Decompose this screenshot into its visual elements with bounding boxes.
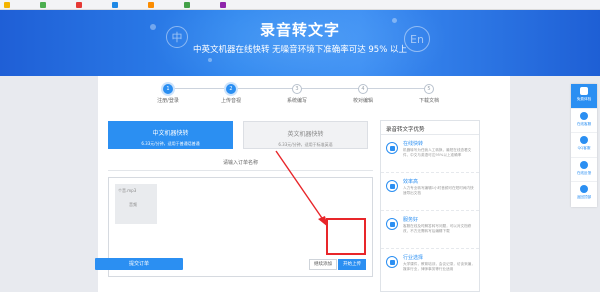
bookmark-icon[interactable] [40,2,46,8]
chat-icon [580,111,588,120]
step-4: 4 校对编辑 [333,84,393,104]
file-thumb-label: 音频 [129,202,137,207]
step-3: 3 系统编写 [267,84,327,104]
sidebar-item-feedback[interactable]: 在线反馈 [571,158,597,183]
step-5: 5 下载文档 [399,84,459,104]
step-number: 5 [424,84,434,94]
step-label: 上传音视 [220,98,241,104]
feature-desc: 客服在线及时解答转写问题，可以对文档修改，不方无需转写后编辑下载 [403,224,472,233]
tab-desc: 6.33元/分钟，适用于普通话普通 [141,141,200,146]
file-card[interactable]: 个音.mp3 音频 [115,184,157,224]
bookmark-icon[interactable] [220,2,226,8]
feature-desc: 大学课件，教育培训，会议记录，访谈采编，媒体行业，律师事务等行业适用 [403,262,475,271]
sidebar-label: 在线客服 [576,121,592,126]
sidebar-label: 返回顶部 [576,195,592,200]
step-number: 2 [226,84,236,94]
feature-item: 在线快转 机器转写为任我人工转换，最短在线查看文件，中文与英语可达95%以上准确… [381,135,479,173]
order-name-input[interactable]: 请输入订单名称 [108,159,373,171]
bookmark-icon[interactable] [112,2,118,8]
step-label: 下载文档 [418,98,439,104]
industry-icon [386,256,398,268]
efficiency-icon [386,180,398,192]
feedback-icon [580,160,588,169]
advantages-panel: 录音转文字优势 在线快转 机器转写为任我人工转换，最短在线查看文件，中文与英语可… [380,120,480,292]
step-label: 系统编写 [286,98,307,104]
qq-icon [580,136,588,145]
arrow-up-icon [580,185,588,194]
step-number: 4 [358,84,368,94]
page-subtitle: 中英文机器在线快转 无噪音环境下准确率可达 95% 以上 [192,45,407,55]
annotation-highlight-box [326,218,366,255]
hero-banner: 中 En 录音转文字 中英文机器在线快转 无噪音环境下准确率可达 95% 以上 [0,10,600,76]
bookmark-icon[interactable] [76,2,82,8]
tab-chinese-machine[interactable]: 中文机器快转 6.33元/分钟，适用于普通话普通 [108,121,233,149]
tab-english-machine[interactable]: 英文机器快转 6.33元/分钟，适用于标准英语 [243,121,368,149]
bookmarks-bar [0,0,600,10]
tab-desc: 6.33元/分钟，适用于标准英语 [278,142,333,147]
bookmark-icon[interactable] [4,2,10,8]
floating-sidebar: 免费体验 在线客服 QQ客服 在线反馈 返回顶部 [571,84,597,207]
bookmark-icon[interactable] [148,2,154,8]
feature-item: 行业选择 大学课件，教育培训，会议记录，访谈采编，媒体行业，律师事务等行业适用 [381,249,479,287]
tab-title: 中文机器快转 [152,130,189,137]
bookmark-icon[interactable] [184,2,190,8]
tab-title: 英文机器快转 [287,131,324,138]
file-name: 个音.mp3 [118,188,137,193]
step-label: 注册/登录 [157,98,179,104]
start-upload-button[interactable]: 开始上传 [338,259,366,270]
feature-title: 在线快转 [403,141,424,147]
feature-item: 效率高 人力专业转写编辑1小时音频可在短时间内快速导出文档 [381,173,479,211]
feature-desc: 机器转写为任我人工转换，最短在线查看文件，中文与英语可达95%以上准确率 [403,148,472,157]
feature-title: 服务好 [403,217,419,223]
sidebar-item-qq-service[interactable]: QQ客服 [571,133,597,158]
feature-item: 服务好 客服在线及时解答转写问题，可以对文档修改，不方无需转写后编辑下载 [381,211,479,249]
progress-steps: 1 注册/登录 2 上传音视 3 系统编写 4 校对编辑 5 下载文档 [98,76,510,112]
sidebar-label: 免费体验 [576,97,592,101]
step-1: 1 注册/登录 [138,84,198,104]
step-2: 2 上传音视 [201,84,261,104]
sidebar-item-back-to-top[interactable]: 返回顶部 [571,182,597,207]
add-files-button[interactable]: 继续添加 [309,259,337,270]
online-icon [386,142,398,154]
decor-dot [208,58,212,62]
gift-icon [580,87,588,95]
step-number: 3 [292,84,302,94]
step-number: 1 [163,84,173,94]
sidebar-item-online-service[interactable]: 在线客服 [571,109,597,134]
feature-title: 行业选择 [403,255,424,261]
sidebar-label: QQ客服 [577,146,591,151]
page-title: 录音转文字 [259,21,340,39]
service-icon [386,218,398,230]
advantages-title: 录音转文字优势 [381,121,479,135]
submit-order-button[interactable]: 提交订单 [95,258,183,270]
step-label: 校对编辑 [352,98,373,104]
feature-title: 效率高 [403,179,419,185]
feature-desc: 人力专业转写编辑1小时音频可在短时间内快速导出文档 [403,186,474,195]
sidebar-item-free-trial[interactable]: 免费体验 [571,84,597,109]
sidebar-label: 在线反馈 [576,170,592,175]
